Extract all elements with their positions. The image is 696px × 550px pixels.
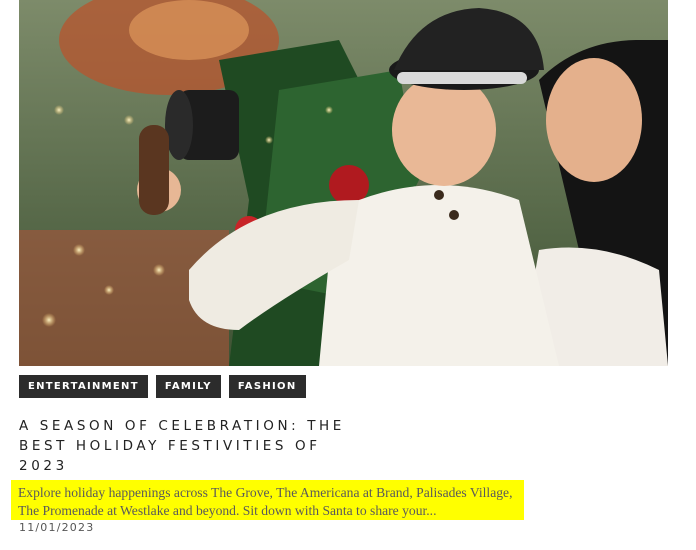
article-excerpt: Explore holiday happenings across The Gr… (11, 480, 524, 520)
hero-image[interactable] (19, 0, 668, 366)
tag-family[interactable]: FAMILY (155, 375, 221, 398)
tag-fashion[interactable]: FASHION (228, 375, 306, 398)
article-date: 11/01/2023 (19, 521, 95, 534)
tag-list: ENTERTAINMENT FAMILY FASHION (19, 375, 306, 398)
article-title[interactable]: A SEASON OF CELEBRATION: THE BEST HOLIDA… (19, 416, 349, 476)
hero-photo-illustration (19, 0, 668, 366)
tag-entertainment[interactable]: ENTERTAINMENT (19, 375, 148, 398)
